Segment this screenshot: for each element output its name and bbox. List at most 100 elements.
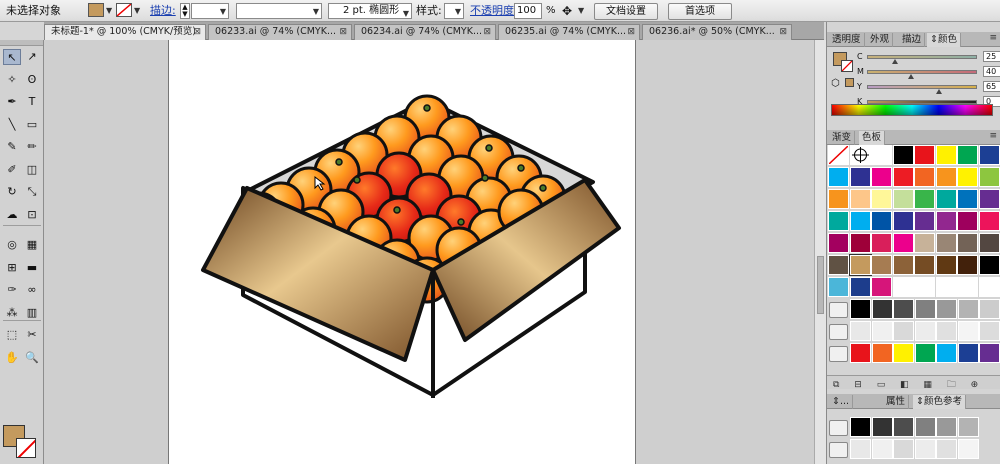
color-swatch[interactable] [914,439,936,459]
color-swatch[interactable] [828,233,849,253]
scale-tool-icon[interactable]: ⤡ [23,184,41,200]
color-swatch[interactable] [871,145,892,165]
color-swatch[interactable] [935,255,957,275]
close-tab-icon[interactable]: ⊠ [627,25,635,39]
color-swatch[interactable] [979,321,1000,341]
color-swatch[interactable] [914,277,935,297]
symbol-sprayer-tool-icon[interactable]: ⁂ [3,305,21,321]
color-swatch[interactable] [871,439,893,459]
color-swatch[interactable] [914,343,936,363]
color-swatch[interactable] [914,189,935,209]
tools-grip[interactable] [0,40,43,46]
color-swatch[interactable] [935,189,957,209]
slider-track[interactable] [867,85,977,89]
line-tool-icon[interactable]: ╲ [3,117,21,133]
color-swatch[interactable] [957,211,978,231]
web-safe-swatch[interactable] [845,78,854,87]
color-swatch[interactable] [849,167,871,187]
rectangle-tool-icon[interactable]: ▭ [23,117,41,133]
color-swatch[interactable] [979,299,1000,319]
slider-track[interactable] [867,55,977,59]
brush-definition-select[interactable]: 2 pt. 椭圆形 ▼ [328,3,412,19]
document-tab[interactable]: 06235.ai @ 74% (CMYK... ⊠ [498,24,640,40]
color-swatch[interactable] [957,233,978,253]
color-swatch[interactable] [957,439,979,459]
rotate-tool-icon[interactable]: ↻ [3,184,21,200]
recolor-artwork-icon[interactable]: ✥ [562,3,572,19]
opacity-input[interactable]: 100 [514,3,542,19]
mesh-tool-icon[interactable]: ⊞ [3,260,21,276]
pen-tool-icon[interactable]: ✒ [3,94,21,110]
swatch-group-folder-icon[interactable] [829,324,848,340]
color-swatch[interactable] [850,439,871,459]
out-of-gamut-icon[interactable]: ⬡ [831,78,840,89]
color-swatch[interactable] [914,299,936,319]
panel-tab[interactable]: 属性 [883,395,910,409]
color-swatch[interactable] [957,255,978,275]
preferences-button[interactable]: 首选项 [668,3,732,20]
color-swatch[interactable] [892,255,914,275]
stroke-dropdown-icon[interactable]: ▼ [134,6,140,15]
color-swatch[interactable] [893,439,914,459]
slice-tool-icon[interactable]: ✂ [23,327,41,343]
color-swatch[interactable] [914,417,936,437]
orange-box-illustration[interactable] [169,40,637,464]
color-swatch[interactable] [893,343,914,363]
fill-color-swatch[interactable] [88,3,104,17]
vertical-scrollbar[interactable] [814,40,826,464]
color-swatch[interactable] [914,233,935,253]
close-tab-icon[interactable]: ⊠ [779,25,787,39]
stroke-weight-stepper[interactable]: ▲ ▼ [180,3,190,19]
swatch-group-folder-icon[interactable] [829,442,848,458]
color-swatch[interactable] [935,145,957,165]
slider-knob[interactable] [908,74,914,79]
color-swatch[interactable] [935,233,957,253]
color-swatch[interactable] [871,189,892,209]
eyedropper-tool-icon[interactable]: ✑ [3,282,21,298]
artboard[interactable] [168,40,636,464]
color-swatch[interactable] [892,189,914,209]
color-swatch[interactable] [935,277,957,297]
graphic-style-select[interactable]: ▼ [444,3,464,19]
color-swatch[interactable] [849,189,871,209]
color-swatch[interactable] [979,343,1000,363]
color-swatch[interactable] [978,211,1000,231]
document-tab[interactable]: 未标题-1* @ 100% (CMYK/预览) ⊠ [44,24,206,40]
color-swatch[interactable] [850,343,871,363]
color-swatch[interactable] [957,145,978,165]
color-swatch[interactable] [978,233,1000,253]
color-swatch[interactable] [871,299,893,319]
color-swatch[interactable] [850,417,871,437]
color-swatch[interactable] [957,417,979,437]
slider-knob[interactable] [935,89,942,94]
selection-tool-icon[interactable]: ↖ [3,49,21,65]
stroke-weight-input[interactable]: ▼ [191,3,229,19]
hand-tool-icon[interactable]: ✋ [3,350,21,366]
color-swatch[interactable] [849,277,871,297]
color-swatch[interactable] [914,321,936,341]
stroke-label[interactable]: 描边: [150,3,176,19]
color-swatch[interactable] [978,167,1000,187]
color-swatch[interactable] [957,189,978,209]
color-swatch[interactable] [828,189,849,209]
free-transform-tool-icon[interactable]: ⊡ [23,207,41,223]
color-swatch[interactable] [936,343,957,363]
document-setup-button[interactable]: 文档设置 [594,3,658,20]
stroke-swatch[interactable] [841,60,853,72]
panel-tab[interactable]: 色板 [859,131,886,145]
color-swatch[interactable] [978,255,1000,275]
panel-tab[interactable]: 渐变 [829,131,856,145]
document-tab[interactable]: 06234.ai @ 74% (CMYK... ⊠ [354,24,496,40]
color-swatch[interactable] [935,211,957,231]
perspective-grid-tool-icon[interactable]: ▦ [23,237,41,253]
color-swatch[interactable] [850,299,871,319]
lasso-tool-icon[interactable]: ʘ [23,72,41,88]
color-swatch[interactable] [892,167,914,187]
color-swatch[interactable] [936,417,957,437]
zoom-tool-icon[interactable]: 🔍 [23,350,41,366]
paintbrush-tool-icon[interactable]: ✎ [3,139,21,155]
panel-menu-icon[interactable]: ≡ [989,33,997,43]
panel-tab[interactable]: 描边 [899,33,926,47]
color-swatch[interactable] [871,233,892,253]
color-swatch[interactable] [849,211,871,231]
